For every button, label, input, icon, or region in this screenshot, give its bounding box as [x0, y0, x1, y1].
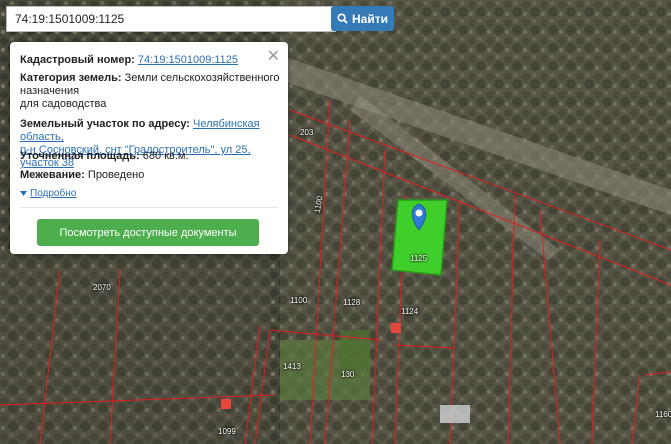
parcel-label: 1100: [290, 296, 308, 305]
search-button-label: Найти: [352, 11, 388, 26]
land-category-label: Категория земель:: [20, 72, 122, 84]
cadastral-number-label: Кадастровый номер:: [20, 54, 135, 66]
parcel-label: 2070: [93, 283, 111, 292]
survey-row: Межевание: Проведено: [20, 169, 282, 182]
details-toggle[interactable]: Подробно: [20, 188, 76, 199]
search-button[interactable]: Найти: [331, 6, 394, 31]
parcel-label: 1125: [410, 254, 428, 263]
land-category-row: Категория земель: Земли сельскохозяйстве…: [20, 72, 282, 111]
parcel-label: 203: [300, 128, 314, 137]
search-icon: [337, 13, 348, 24]
area-row: Уточненная площадь: 680 кв.м.: [20, 150, 282, 163]
parcel-label: 1128: [343, 298, 361, 307]
parcel-info-popup: ✕ Кадастровый номер: 74:19:1501009:1125 …: [10, 42, 288, 254]
caret-down-icon: [20, 191, 27, 196]
parcel-label: 1124: [401, 307, 419, 316]
cadastral-number-row: Кадастровый номер: 74:19:1501009:1125: [20, 54, 282, 67]
parcel-label: 1413: [283, 362, 301, 371]
parcel-label: 1099: [218, 427, 236, 436]
survey-value: Проведено: [87, 169, 145, 181]
parcel-label: 130: [341, 370, 355, 379]
details-toggle-label: Подробно: [30, 188, 77, 199]
area-label: Уточненная площадь:: [20, 150, 140, 162]
cadastral-number-link[interactable]: 74:19:1501009:1125: [138, 54, 238, 66]
divider: [20, 207, 278, 208]
parcel-label: 1160: [655, 410, 671, 419]
area-value: 680 кв.м.: [142, 150, 189, 162]
land-category-value: Земли сельскохозяйственного: [124, 72, 280, 84]
survey-label: Межевание:: [20, 169, 85, 181]
land-category-value: назначения: [20, 85, 80, 97]
search-input[interactable]: 74:19:1501009:1125: [6, 6, 336, 32]
address-label: Земельный участок по адресу:: [20, 118, 190, 130]
land-category-value: для садоводства: [20, 98, 107, 110]
view-documents-button[interactable]: Посмотреть доступные документы: [37, 219, 259, 246]
